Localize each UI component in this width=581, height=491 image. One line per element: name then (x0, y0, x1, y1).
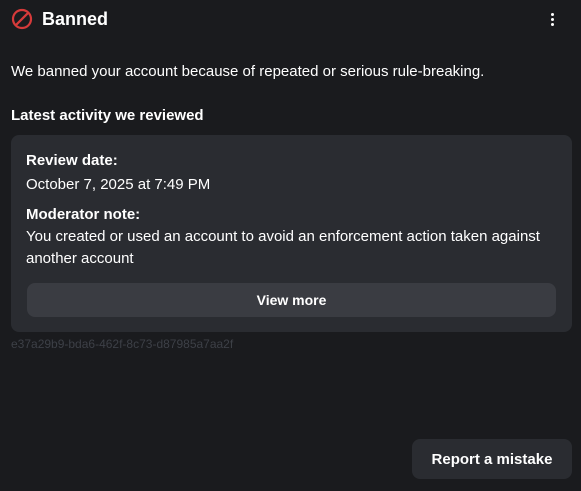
report-mistake-button[interactable]: Report a mistake (412, 439, 572, 479)
header: Banned (11, 6, 571, 32)
page-title: Banned (42, 8, 109, 29)
ban-icon (11, 8, 33, 30)
review-date-value: October 7, 2025 at 7:49 PM (26, 176, 211, 193)
reference-id: e37a29b9-bda6-462f-8c73-d87985a7aa2f (11, 337, 234, 351)
activity-card: Review date: October 7, 2025 at 7:49 PM … (11, 135, 572, 332)
review-date-label: Review date: (26, 152, 118, 169)
moderator-note-value: You created or used an account to avoid … (26, 228, 540, 267)
view-more-button[interactable]: View more (27, 283, 556, 317)
activity-section-title: Latest activity we reviewed (11, 107, 204, 124)
ban-description: We banned your account because of repeat… (11, 63, 485, 80)
more-options-icon[interactable] (541, 8, 563, 30)
moderator-note-label: Moderator note: (26, 206, 141, 223)
